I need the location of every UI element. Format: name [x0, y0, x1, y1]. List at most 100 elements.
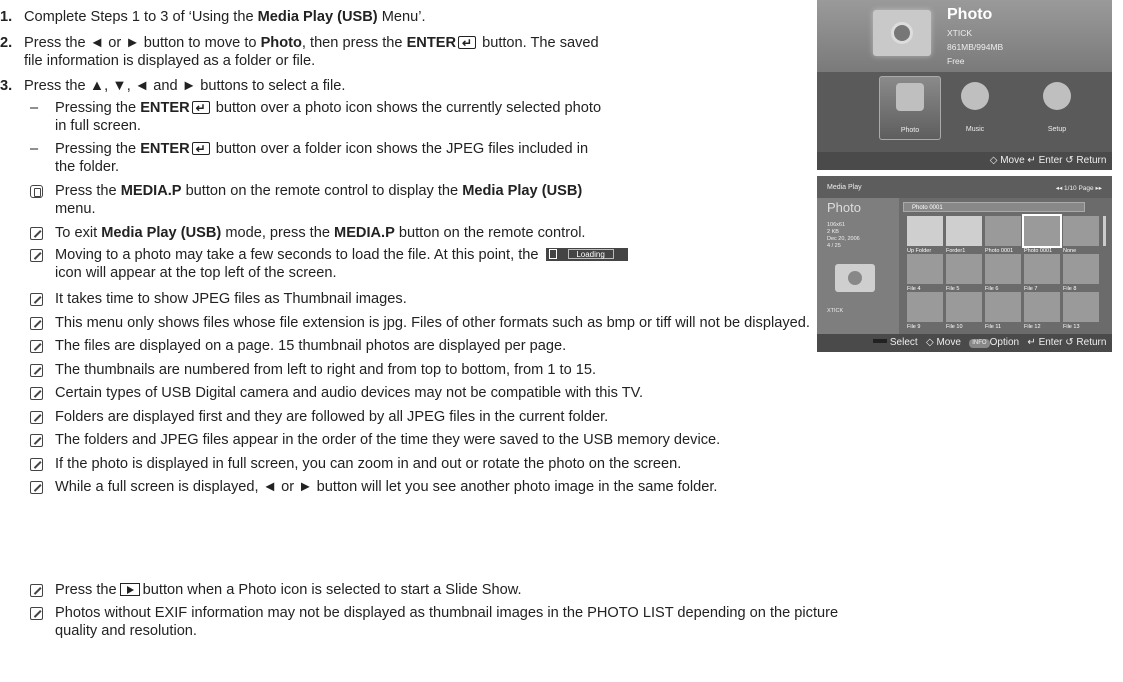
- note-text: The thumbnails are numbered from left to…: [55, 361, 597, 378]
- photo-icon: [896, 83, 924, 111]
- note-text: The folders and JPEG files appear in the…: [55, 432, 721, 448]
- photo-list-screenshot: Media Play ◂◂ 1/10 Page ▸▸ Photo 106x61 …: [817, 176, 1112, 352]
- note-text: Press the: [55, 183, 121, 199]
- menu-item-photo[interactable]: Photo: [879, 76, 941, 140]
- menu-footer: ◇ Move ↵ Enter ↺ Return: [817, 152, 1112, 170]
- play-icon: [119, 583, 140, 596]
- note-text: Moving to a photo may take a few seconds…: [55, 247, 539, 263]
- camera-icon: [873, 10, 931, 56]
- photo-thumbnail[interactable]: File 12: [1024, 292, 1060, 330]
- note-bold: MEDIA.P: [120, 183, 182, 199]
- step-number: 3.: [0, 78, 13, 94]
- note-pencil-icon: [30, 410, 43, 424]
- note-pencil-icon: [30, 607, 43, 620]
- note-continuation: quality and resolution.: [55, 623, 197, 639]
- tile-caption: File 9: [907, 324, 921, 330]
- device-free-label: Free: [947, 56, 965, 66]
- note-pencil-icon: [30, 227, 43, 240]
- note-pencil-icon: [30, 457, 43, 471]
- photo-thumbnail[interactable]: Photo 0001: [985, 216, 1021, 254]
- step-text: Menu’.: [377, 9, 426, 25]
- menu-item-label: Photo: [900, 127, 920, 134]
- tile-caption: File 10: [946, 324, 963, 330]
- photo-size: 2 KB: [827, 229, 839, 235]
- photo-thumbnail[interactable]: File 10: [946, 292, 982, 330]
- note-text: This menu only shows files whose file ex…: [55, 314, 810, 331]
- screen-title: Photo: [947, 6, 993, 23]
- loading-label: Loading: [567, 249, 614, 259]
- note-text: To exit: [55, 225, 102, 241]
- note-bold: MEDIA.P: [334, 225, 395, 241]
- footer-select: Select: [889, 337, 918, 348]
- photo-thumbnail[interactable]: File 7: [1024, 254, 1060, 292]
- note-text: Photos without EXIF information may not …: [55, 605, 839, 621]
- note-text: The files are displayed on a page. 15 th…: [55, 338, 567, 354]
- step-2-continuation: file information is displayed as a folde…: [24, 53, 316, 69]
- manual-page: 1. Complete Steps 1 to 3 of ‘Using the M…: [0, 0, 1123, 682]
- note-continuation: icon will appear at the top left of the …: [55, 265, 337, 281]
- step-bold: Photo: [260, 35, 302, 51]
- note-pencil-icon: [30, 316, 43, 330]
- photo-thumbnail[interactable]: Photo 0001: [1022, 214, 1062, 254]
- folder-tile[interactable]: Forder1: [946, 216, 982, 254]
- tile-caption: File 11: [985, 324, 1002, 330]
- note-text: button on the remote control to display …: [181, 183, 463, 199]
- enter-icon: [191, 140, 210, 158]
- photo-thumbnail[interactable]: File 11: [985, 292, 1021, 330]
- footer-hints: ↵ Enter ↺ Return: [1027, 337, 1107, 348]
- dash-text: button over a folder icon shows the JPEG…: [211, 141, 589, 157]
- note-continuation: menu.: [55, 201, 96, 217]
- device-capacity: 861MB/994MB: [947, 42, 1004, 52]
- photo-thumbnail[interactable]: File 4: [907, 254, 943, 292]
- photo-thumbnail[interactable]: File 8: [1063, 254, 1099, 292]
- folder-tile[interactable]: Up Folder: [907, 216, 943, 254]
- note-pencil-icon: [30, 481, 43, 494]
- step-text: , then press the: [301, 35, 407, 51]
- note-text: Press the: [55, 582, 117, 598]
- note-pencil-icon: [30, 584, 43, 597]
- scrollbar[interactable]: [1103, 216, 1106, 246]
- menu-item-setup[interactable]: Setup: [1027, 76, 1087, 138]
- tile-caption: File 12: [1024, 324, 1041, 330]
- folder-path: Photo 0001: [903, 202, 1085, 212]
- device-name: XTICK: [827, 308, 844, 314]
- list-footer: Select ◇ Move INFO Option ↵ Enter ↺ Retur…: [817, 334, 1112, 352]
- step-text: Press the ◄ or ► button to move to: [24, 35, 261, 51]
- photo-thumbnail[interactable]: File 9: [907, 292, 943, 330]
- dash-bullet: –: [30, 100, 39, 116]
- dash-text: button over a photo icon shows the curre…: [211, 100, 602, 116]
- step-number: 1.: [0, 9, 13, 25]
- gear-icon: [1043, 82, 1071, 110]
- photo-index: 4 / 25: [827, 243, 841, 249]
- menu-item-music[interactable]: Music: [945, 76, 1005, 138]
- note-text: button when a Photo icon is selected to …: [142, 582, 522, 598]
- thumbnail-grid: Up Folder Forder1 Photo 0001 Photo 0001 None…: [907, 214, 1103, 330]
- photo-thumbnail[interactable]: File 6: [985, 254, 1021, 292]
- dash-continuation: in full screen.: [55, 118, 141, 134]
- photo-thumbnail[interactable]: File 13: [1063, 292, 1099, 330]
- media-play-menu-screenshot: Photo XTICK 861MB/994MB Free Photo Music…: [817, 0, 1112, 170]
- step-bold: Media Play (USB): [257, 9, 378, 25]
- photo-thumbnail[interactable]: File 5: [946, 254, 982, 292]
- menu-item-label: Setup: [1047, 126, 1067, 133]
- note-pencil-icon: [30, 434, 43, 447]
- note-pencil-icon: [30, 340, 43, 353]
- dash-text: Pressing the: [55, 100, 141, 116]
- step-text: Complete Steps 1 to 3 of ‘Using the: [24, 9, 258, 25]
- tile-caption: File 13: [1063, 324, 1080, 330]
- dash-bold: ENTER: [140, 141, 190, 157]
- enter-icon: [458, 34, 477, 52]
- menu-bar: Photo Music Setup: [817, 72, 1112, 152]
- page-indicator: ◂◂ 1/10 Page ▸▸: [1055, 185, 1102, 192]
- note-bold: Media Play (USB): [462, 183, 583, 199]
- loading-indicator-icon: Loading: [545, 248, 628, 261]
- note-text: Folders are displayed first and they are…: [55, 408, 609, 425]
- app-title: Media Play: [827, 184, 862, 191]
- note-pencil-icon: [30, 363, 43, 377]
- headphones-icon: [961, 82, 989, 110]
- enter-icon: [191, 99, 210, 117]
- footer-hints: ◇ Move ↵ Enter ↺ Return: [989, 155, 1107, 166]
- photo-thumbnail[interactable]: None: [1063, 216, 1099, 254]
- note-pencil-icon: [30, 249, 43, 262]
- dash-bullet: –: [30, 141, 39, 157]
